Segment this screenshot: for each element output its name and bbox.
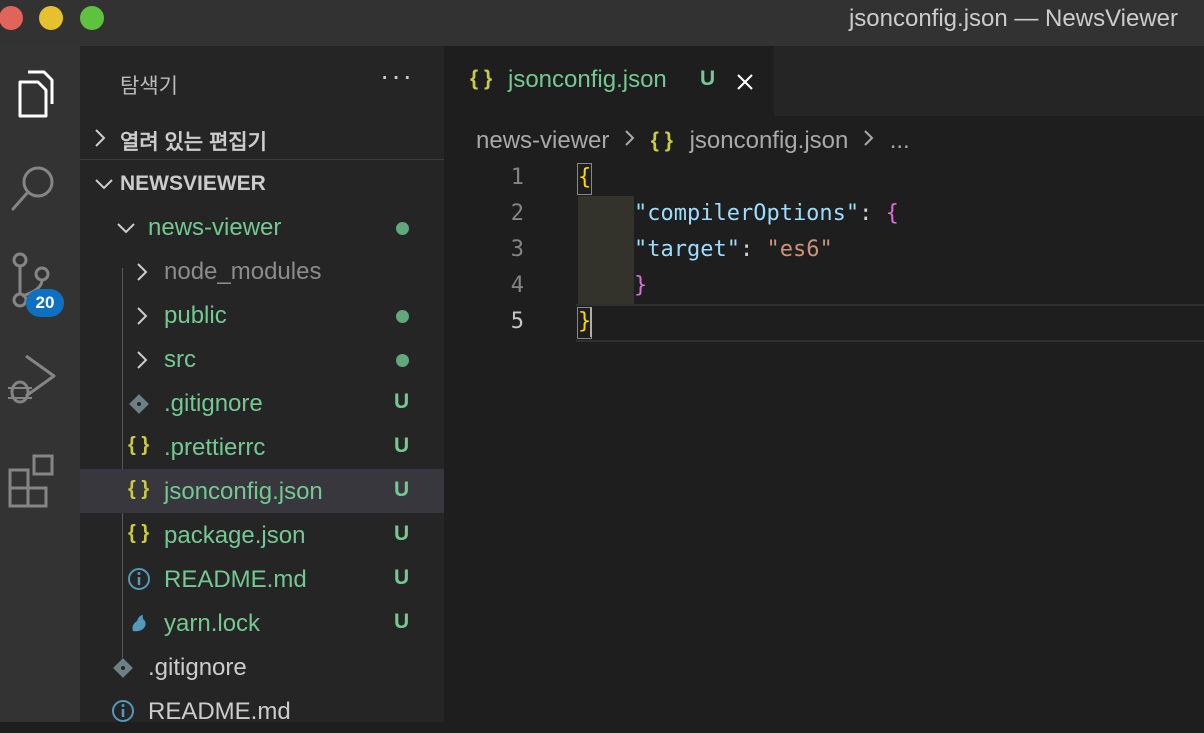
activity-bar: 20 (0, 46, 80, 722)
section-divider (80, 159, 444, 160)
breadcrumb-more[interactable]: ... (890, 127, 910, 155)
search-icon[interactable] (0, 154, 80, 224)
code-line-2: "compilerOptions": { (634, 201, 899, 226)
current-line-highlight (576, 304, 1204, 342)
tree-file-jsonconfig[interactable]: { } jsonconfig.json U (80, 469, 444, 513)
tree-file-package-json[interactable]: { } package.json U (80, 513, 444, 557)
extensions-icon[interactable] (0, 444, 80, 514)
tree-file-root-gitignore[interactable]: .gitignore (80, 645, 444, 689)
tree-label: jsonconfig.json (164, 478, 323, 505)
untracked-badge: U (394, 566, 410, 589)
maximize-window-button[interactable] (80, 6, 104, 30)
open-editors-label: 열려 있는 편집기 (120, 131, 267, 154)
git-icon (129, 394, 149, 414)
untracked-badge: U (394, 478, 410, 501)
modified-dot (396, 222, 409, 235)
tree-label: README.md (164, 566, 307, 593)
modified-dot (396, 310, 409, 323)
untracked-badge: U (394, 610, 410, 633)
tree-label: news-viewer (148, 214, 282, 241)
tree-file-yarn-lock[interactable]: yarn.lock U (80, 601, 444, 645)
breadcrumb-file[interactable]: jsonconfig.json (690, 127, 849, 155)
workspace-section[interactable]: NEWSVIEWER (80, 162, 444, 206)
tree-file-prettierrc[interactable]: { } .prettierrc U (80, 425, 444, 469)
tree-folder-src[interactable]: src (80, 337, 444, 381)
tree-label: .prettierrc (164, 434, 266, 461)
source-control-badge: 20 (26, 289, 64, 317)
line-number: 4 (510, 273, 524, 298)
chevron-right-icon (95, 129, 106, 147)
explorer-icon[interactable] (0, 58, 80, 128)
line-number: 2 (510, 201, 524, 226)
tree-file-gitignore[interactable]: .gitignore U (80, 381, 444, 425)
chevron-right-icon (137, 307, 148, 325)
explorer-sidebar: 탐색기 ··· 열려 있는 편집기 NEWSVIEWER news-viewer… (80, 46, 444, 725)
tree-label: .gitignore (148, 654, 247, 681)
tab-label: jsonconfig.json (508, 66, 667, 93)
json-file-icon: { } (470, 67, 493, 90)
indent-highlight (578, 196, 634, 304)
json-file-icon: { } (128, 522, 150, 544)
chevron-right-icon (624, 127, 636, 155)
modified-dot (396, 354, 409, 367)
tree-folder-node-modules[interactable]: node_modules (80, 249, 444, 293)
more-actions-button[interactable]: ··· (380, 60, 414, 92)
tree-label: node_modules (164, 258, 322, 285)
tree-label: package.json (164, 522, 306, 549)
tree-file-readme[interactable]: README.md U (80, 557, 444, 601)
json-file-icon: { } (128, 478, 150, 500)
code-line-3: "target": "es6" (634, 237, 833, 262)
breadcrumb: news-viewer { } jsonconfig.json ... (476, 126, 910, 156)
chevron-right-icon (863, 127, 875, 155)
tree-file-root-readme[interactable]: README.md (80, 689, 444, 733)
tab-jsonconfig[interactable]: { } jsonconfig.json U (444, 46, 774, 116)
chevron-down-icon (95, 179, 113, 190)
untracked-badge: U (394, 390, 410, 413)
json-file-icon: { } (128, 434, 150, 456)
info-icon (112, 700, 134, 722)
code-line-1: { (578, 165, 592, 190)
tree-label: src (164, 346, 196, 373)
tree-label: .gitignore (164, 390, 263, 417)
tree-label: yarn.lock (164, 610, 261, 637)
close-window-button[interactable] (0, 6, 23, 30)
line-number: 3 (510, 237, 524, 262)
close-icon[interactable] (734, 71, 756, 93)
minimize-window-button[interactable] (39, 6, 63, 30)
breadcrumb-folder[interactable]: news-viewer (476, 127, 609, 155)
chevron-down-icon (117, 223, 135, 234)
tree-folder-public[interactable]: public (80, 293, 444, 337)
info-icon (128, 568, 150, 590)
chevron-right-icon (137, 351, 148, 369)
json-file-icon: { } (650, 128, 673, 152)
chevron-right-icon (137, 263, 148, 281)
text-cursor (590, 307, 592, 337)
workspace-label: NEWSVIEWER (120, 172, 266, 195)
tree-label: public (164, 302, 227, 329)
window-title: jsonconfig.json — NewsViewer (848, 5, 1178, 32)
yarn-icon (132, 615, 146, 632)
explorer-title: 탐색기 (120, 75, 178, 98)
tree-folder-news-viewer[interactable]: news-viewer (80, 205, 444, 249)
line-number: 1 (510, 165, 524, 190)
open-editors-section[interactable]: 열려 있는 편집기 (80, 116, 444, 160)
git-icon (113, 658, 133, 678)
line-number: 5 (510, 309, 524, 334)
untracked-badge: U (394, 434, 410, 457)
code-editor[interactable]: 1 2 3 4 5 { "compilerOptions": { "target… (444, 160, 1204, 722)
run-debug-icon[interactable] (0, 344, 80, 414)
editor-tab-bar: { } jsonconfig.json U (444, 46, 1204, 116)
untracked-badge: U (394, 522, 410, 545)
untracked-badge: U (700, 67, 716, 90)
title-bar: jsonconfig.json — NewsViewer (0, 0, 1204, 46)
code-line-4: } (634, 273, 648, 298)
